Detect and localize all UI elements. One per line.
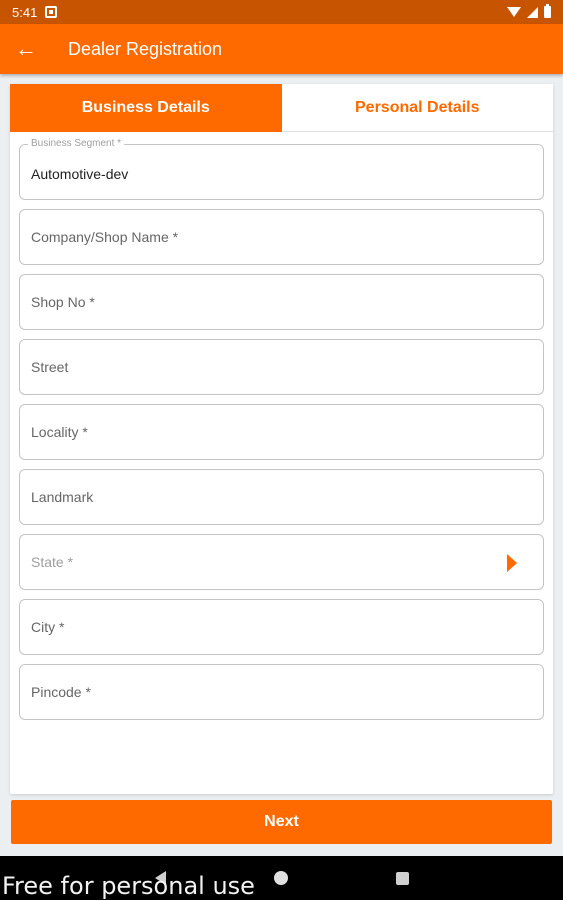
nav-back-icon[interactable] [154,871,166,885]
battery-icon [544,4,551,18]
status-icons [507,4,551,18]
app-bar: ← Dealer Registration [0,24,563,74]
signal-icon [527,6,538,18]
nav-home-icon[interactable] [273,871,288,885]
company-name-field[interactable]: Company/Shop Name * [19,209,544,265]
system-nav-bar [0,856,563,900]
next-button[interactable]: Next [11,800,552,844]
tab-bar: Business Details Personal Details [10,84,553,132]
registration-card: Business Details Personal Details Busine… [10,84,553,794]
street-placeholder: Street [31,359,69,375]
pincode-placeholder: Pincode * [31,684,91,700]
street-field[interactable]: Street [19,339,544,395]
pincode-field[interactable]: Pincode * [19,664,544,720]
arrow-left-icon: ← [15,36,37,61]
state-dropdown[interactable]: State * [19,534,544,590]
tab-personal-details[interactable]: Personal Details [281,84,553,132]
company-name-placeholder: Company/Shop Name * [31,229,179,245]
notification-icon [45,6,58,18]
city-field[interactable]: City * [19,599,544,655]
landmark-field[interactable]: Landmark [19,469,544,525]
tab-business-details[interactable]: Business Details [10,84,282,132]
locality-placeholder: Locality * [31,424,88,440]
status-time: 5:41 [12,4,38,20]
business-segment-value: Automotive-dev [31,166,129,182]
back-button[interactable]: ← [0,24,52,74]
locality-field[interactable]: Locality * [19,404,544,460]
nav-recents-icon[interactable] [395,871,409,885]
business-segment-field[interactable]: Business Segment * Automotive-dev [19,138,544,200]
wifi-icon [507,7,521,17]
shop-no-placeholder: Shop No * [31,294,95,310]
city-placeholder: City * [31,619,65,635]
state-placeholder: State * [31,554,74,570]
page-title: Dealer Registration [68,38,223,59]
business-form: Business Segment * Automotive-dev Compan… [10,132,553,720]
landmark-placeholder: Landmark [31,489,94,505]
shop-no-field[interactable]: Shop No * [19,274,544,330]
status-bar: 5:41 [0,0,563,24]
caret-right-icon[interactable] [507,554,517,572]
business-segment-label: Business Segment * [28,138,125,149]
